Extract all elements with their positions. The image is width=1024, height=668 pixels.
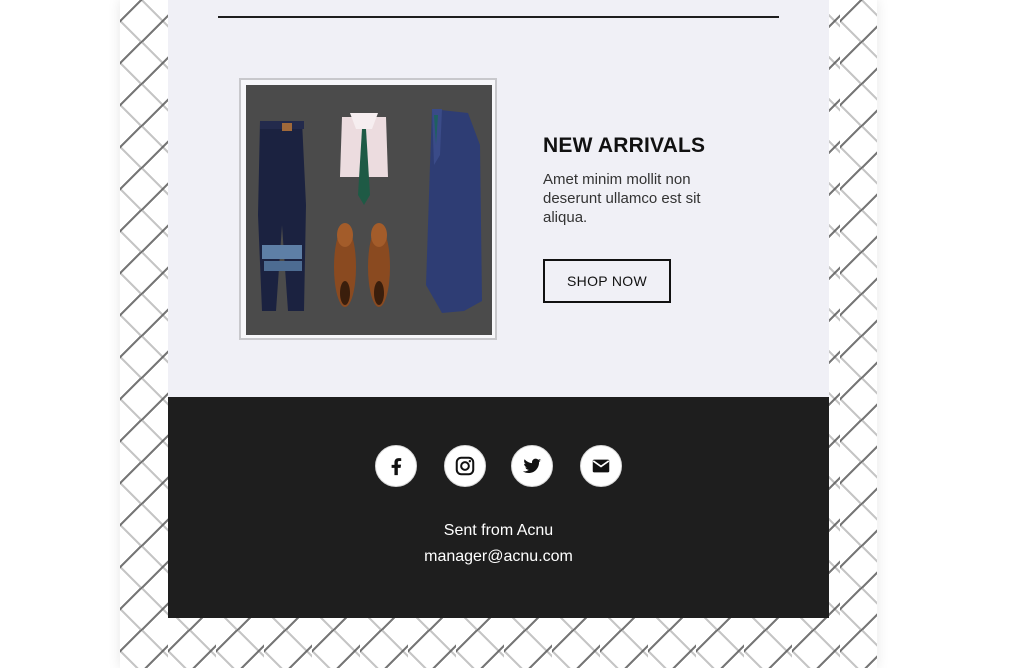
- facebook-icon[interactable]: [375, 445, 417, 487]
- footer-email[interactable]: manager@acnu.com: [168, 548, 829, 566]
- instagram-icon[interactable]: [444, 445, 486, 487]
- mail-icon[interactable]: [580, 445, 622, 487]
- promo-title: NEW ARRIVALS: [543, 134, 706, 157]
- email-canvas: NEW ARRIVALS Amet minim mollit non deser…: [0, 0, 1024, 668]
- footer-sender: Sent from Acnu: [443, 522, 554, 539]
- product-image-frame: [239, 78, 497, 340]
- facebook-icon-glyph: [391, 458, 402, 476]
- footer-panel: [168, 397, 829, 618]
- mail-icon-glyph: [592, 459, 610, 473]
- product-image[interactable]: [246, 85, 492, 335]
- twitter-icon-glyph: [522, 458, 542, 474]
- promo-description: Amet minim mollit non deserunt ullamco e…: [543, 171, 701, 226]
- instagram-icon-glyph: [455, 456, 475, 476]
- shop-now-button[interactable]: SHOP NOW: [543, 259, 671, 303]
- section-divider: [218, 16, 779, 18]
- outfit-flatlay-illustration: [246, 85, 492, 335]
- twitter-icon[interactable]: [511, 445, 553, 487]
